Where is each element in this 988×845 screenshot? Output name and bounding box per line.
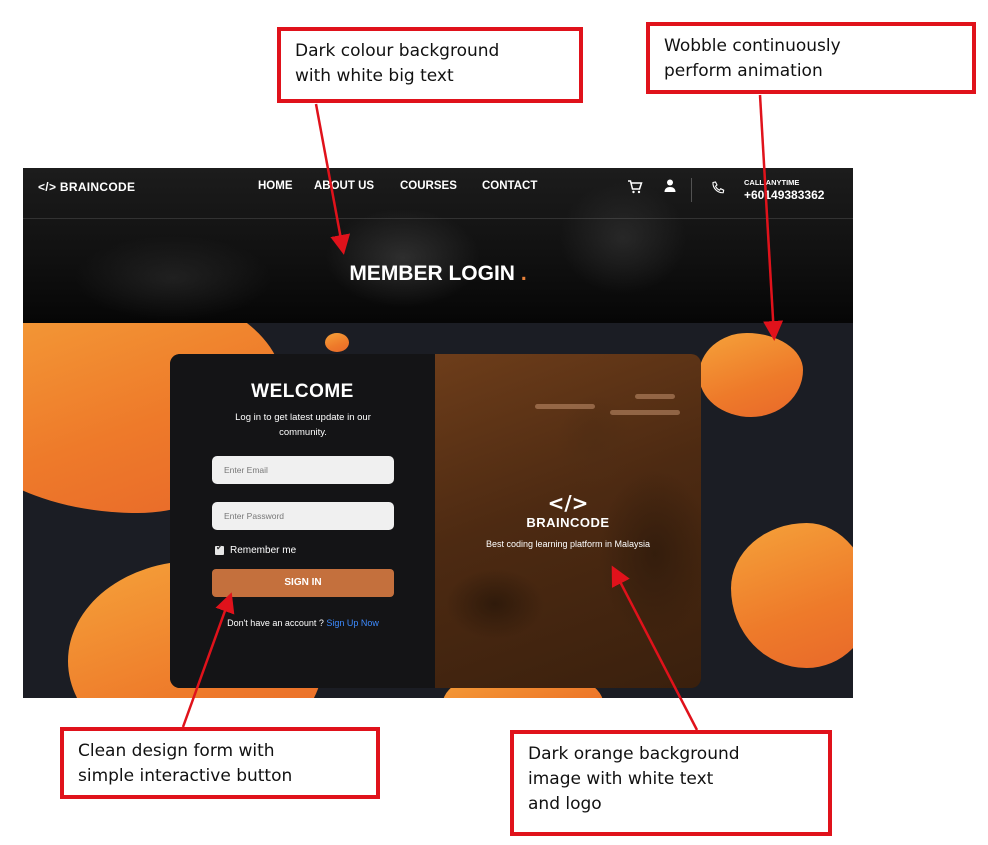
nav-link-courses[interactable]: COURSES	[400, 180, 457, 192]
background-light	[535, 404, 595, 409]
call-number[interactable]: +60149383362	[744, 188, 824, 202]
login-card: WELCOME Log in to get latest update in o…	[170, 354, 701, 688]
remember-label: Remember me	[230, 545, 297, 556]
title-accent-dot: .	[520, 262, 527, 285]
nav-link-home[interactable]: HOME	[258, 180, 293, 192]
promo-image-panel: </> BRAINCODE Best coding learning platf…	[435, 354, 701, 688]
password-field[interactable]	[212, 502, 394, 530]
signup-prompt-row: Don't have an account ? Sign Up Now	[212, 616, 394, 630]
website-screenshot: </> BRAINCODE HOME ABOUT US COURSES CONT…	[23, 168, 853, 698]
signup-prompt: Don't have an account ?	[227, 618, 324, 628]
annotation-form: Clean design form with simple interactiv…	[60, 727, 380, 799]
annotation-line: image with white text	[528, 769, 714, 789]
sign-up-link[interactable]: Sign Up Now	[326, 618, 379, 628]
login-subtitle: Log in to get latest update in our commu…	[235, 412, 371, 438]
remember-me[interactable]: Remember me	[215, 543, 297, 556]
site-logo[interactable]: </> BRAINCODE	[38, 180, 135, 194]
annotation-line: simple interactive button	[78, 766, 293, 786]
nav-link-contact[interactable]: CONTACT	[482, 180, 537, 192]
annotation-line: Dark orange background	[528, 744, 740, 764]
page-title-text: MEMBER LOGIN	[349, 262, 515, 285]
cart-icon[interactable]	[627, 180, 643, 197]
login-title: WELCOME	[251, 381, 354, 402]
decorative-blob	[325, 333, 349, 352]
background-light	[610, 410, 680, 415]
call-label: CALL ANYTIME	[744, 178, 800, 187]
annotation-line: Dark colour background	[295, 41, 500, 61]
decorative-blob	[731, 523, 853, 668]
annotation-image: Dark orange background image with white …	[510, 730, 832, 836]
brand-name: BRAINCODE	[526, 515, 610, 530]
phone-icon	[711, 181, 725, 198]
annotation-line: Wobble continuously	[664, 36, 841, 56]
user-icon[interactable]	[664, 179, 676, 195]
navbar: </> BRAINCODE HOME ABOUT US COURSES CONT…	[23, 168, 853, 219]
remember-checkbox[interactable]	[215, 543, 224, 555]
annotation-line: perform animation	[664, 61, 823, 81]
sign-in-button[interactable]: SIGN IN	[212, 569, 394, 597]
nav-divider	[691, 178, 692, 202]
brand-tagline: Best coding learning platform in Malaysi…	[485, 539, 651, 549]
braincode-logo-icon: </>	[547, 491, 589, 515]
email-field[interactable]	[212, 456, 394, 484]
annotation-line: and logo	[528, 794, 602, 814]
wobble-blob	[699, 333, 803, 417]
hero-section: </> BRAINCODE HOME ABOUT US COURSES CONT…	[23, 168, 853, 323]
nav-link-about[interactable]: ABOUT US	[314, 180, 374, 192]
annotation-wobble: Wobble continuously perform animation	[646, 22, 976, 94]
annotation-line: with white big text	[295, 66, 454, 86]
annotation-line: Clean design form with	[78, 741, 275, 761]
background-light	[635, 394, 675, 399]
annotation-hero: Dark colour background with white big te…	[277, 27, 583, 103]
login-form: WELCOME Log in to get latest update in o…	[170, 354, 435, 688]
page-title: MEMBER LOGIN .	[23, 262, 853, 286]
